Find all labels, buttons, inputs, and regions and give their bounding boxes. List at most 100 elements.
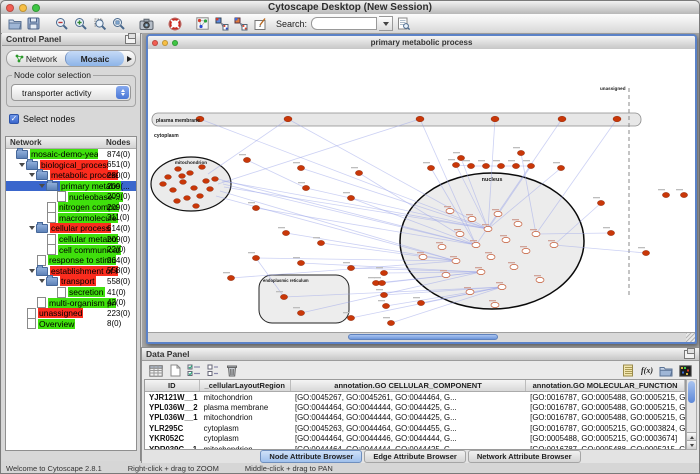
search-dropdown-button[interactable] (379, 16, 393, 31)
attribute-browser-tabs: Node Attribute BrowserEdge Attribute Bro… (142, 450, 699, 463)
zoom-fit-button[interactable] (110, 16, 127, 32)
column-header-annotation-go-molecular-function[interactable]: annotation.GO MOLECULAR_FUNCTION (526, 380, 685, 391)
cell-region: cytoplasm (200, 434, 291, 443)
table-row-ypl036w-1[interactable]: YPL036W__1mitochondrion[GO:0044464, GO:0… (145, 413, 685, 423)
tree-item-biological-process[interactable]: biological_process651(0) (6, 160, 136, 171)
network-style-button-1[interactable] (213, 16, 230, 32)
scroll-down-button[interactable] (687, 440, 696, 449)
folder-icon (46, 277, 58, 286)
snapshot-button[interactable] (138, 16, 155, 32)
tree-item-cell-communicat[interactable]: cell communicat22(0) (6, 244, 136, 255)
open-session-button[interactable] (6, 16, 23, 32)
tree-item-nucleobase[interactable]: nucleobase-...209(0) (6, 191, 136, 202)
window-title-bar[interactable]: Cytoscape Desktop (New Session) (1, 1, 699, 15)
tree-expand-icon[interactable] (38, 184, 46, 188)
zoom-in-button[interactable] (72, 16, 89, 32)
zoom-selected-button[interactable] (91, 16, 108, 32)
tree-item-transport[interactable]: transport558(0) (6, 276, 136, 287)
tree-item-mosaic-demo-yeast[interactable]: mosaic-demo-yeast874(0) (6, 149, 136, 160)
tab-network[interactable]: Network (7, 51, 65, 66)
select-attributes-button[interactable] (186, 363, 202, 378)
network-tree-rows: mosaic-demo-yeast874(0)biological_proces… (6, 149, 136, 329)
data-panel-header: Data Panel (142, 348, 699, 361)
table-row-ypl036w-2[interactable]: YPL036W__2plasma membrane[GO:0044464, GO… (145, 402, 685, 412)
attribute-table-body: YJR121W__1mitochondrion[GO:0045267, GO:0… (145, 392, 685, 450)
tree-item-count: 558(0) (107, 277, 130, 286)
network-tree-header: Network Nodes (6, 137, 136, 149)
tab-overflow-button[interactable] (124, 56, 135, 62)
matrix-button[interactable] (677, 363, 693, 378)
tree-item-nitrogen-compo[interactable]: nitrogen compo209(0) (6, 202, 136, 213)
open-attribute-file-button[interactable] (658, 363, 674, 378)
tree-expand-icon[interactable] (28, 226, 36, 230)
colored-nodes-button[interactable] (194, 16, 211, 32)
import-attributes-button[interactable] (620, 363, 636, 378)
tree-item-cellular-process[interactable]: cellular process614(0) (6, 223, 136, 234)
tree-item-label: cellular process (50, 223, 111, 233)
table-row-yjr121w-1[interactable]: YJR121W__1mitochondrion[GO:0045267, GO:0… (145, 392, 685, 402)
tree-column-nodes[interactable]: Nodes (106, 138, 130, 147)
tree-expand-icon[interactable] (28, 173, 36, 177)
tree-item-count: 209(... (107, 182, 130, 191)
delete-attribute-button[interactable] (224, 363, 240, 378)
combobox-stepper-icon (116, 86, 129, 99)
vertical-scrollbar-thumb[interactable] (688, 381, 695, 403)
column-header-annotation-go-cellular-component[interactable]: annotation.GO CELLULAR_COMPONENT (291, 380, 526, 391)
formula-button[interactable]: f(x) (639, 363, 655, 378)
save-icon (27, 17, 40, 30)
new-attribute-button[interactable] (167, 363, 183, 378)
table-row-ykr052c[interactable]: YKR052Ccytoplasm[GO:0044464, GO:0044446,… (145, 434, 685, 444)
tab-edge-attribute-browser[interactable]: Edge Attribute Browser (364, 450, 465, 463)
vertical-scrollbar[interactable] (686, 379, 697, 450)
advanced-search-button[interactable] (395, 16, 412, 32)
zoom-out-button[interactable] (53, 16, 70, 32)
float-data-panel-icon[interactable] (684, 350, 695, 359)
tree-item-multi-organism-pro[interactable]: multi-organism pro42(0) (6, 297, 136, 308)
resize-grip[interactable] (686, 333, 695, 342)
table-row-ylr295c[interactable]: YLR295Ccytoplasm[GO:0045263, GO:0044464,… (145, 423, 685, 433)
network-window-title-bar[interactable]: primary metabolic process (148, 36, 695, 50)
tree-item-count: 264(0) (107, 256, 130, 265)
edit-box-button[interactable] (251, 16, 268, 32)
tree-item-cellular-metabo[interactable]: cellular metabo209(0) (6, 234, 136, 245)
tree-expand-icon[interactable] (18, 163, 26, 167)
unselect-attributes-button[interactable] (205, 363, 221, 378)
cell-region: plasma membrane (200, 403, 291, 412)
horizontal-scrollbar-thumb[interactable] (348, 334, 498, 340)
save-session-button[interactable] (25, 16, 42, 32)
svg-text:cytoplasm: cytoplasm (154, 133, 179, 139)
tree-item-primary-metabo[interactable]: primary metabo209(... (6, 181, 136, 192)
tree-item-establishment-of-lo[interactable]: establishment of lo558(0) (6, 266, 136, 277)
node-color-combobox[interactable]: transporter activity (11, 84, 131, 101)
tree-item-metabolic-process[interactable]: metabolic process280(0) (6, 170, 136, 181)
application-window: Cytoscape Desktop (New Session) Search: … (0, 0, 700, 474)
tree-column-network[interactable]: Network (10, 138, 42, 147)
network-graph[interactable]: plasma membranecytoplasmmitochondrionnuc… (148, 49, 695, 333)
column-header-id[interactable]: ID (145, 380, 200, 391)
plasma-membrane-region[interactable] (152, 113, 641, 126)
tree-expand-icon[interactable] (28, 269, 36, 273)
cell-region: mitochondrion (200, 393, 291, 402)
attribute-table-button[interactable] (148, 363, 164, 378)
tree-item-count: 558(0) (107, 266, 130, 275)
help-button[interactable] (166, 16, 183, 32)
search-label: Search: (276, 19, 307, 29)
tab-network-attribute-browser[interactable]: Network Attribute Browser (468, 450, 581, 463)
float-panel-icon[interactable] (125, 35, 136, 44)
search-input[interactable] (311, 17, 377, 30)
tree-item-response-to-stimulu[interactable]: response to stimulu264(0) (6, 255, 136, 266)
zoom-fit-icon (112, 17, 126, 31)
tree-item-secretion[interactable]: secretion41(0) (6, 287, 136, 298)
network-canvas[interactable]: plasma membranecytoplasmmitochondrionnuc… (148, 49, 695, 333)
tree-item-macromolecule[interactable]: macromolecule311(0) (6, 213, 136, 224)
select-nodes-checkbox[interactable] (9, 114, 19, 124)
column-header-cellularlayoutregion[interactable]: _cellularLayoutRegion (200, 380, 291, 391)
tree-item-unassigned[interactable]: unassigned223(0) (6, 308, 136, 319)
tab-mosaic[interactable]: Mosaic (65, 51, 124, 66)
horizontal-scrollbar[interactable] (148, 332, 695, 342)
tree-expand-icon[interactable] (38, 279, 46, 283)
tab-node-attribute-browser[interactable]: Node Attribute Browser (260, 450, 362, 463)
tree-item-overview[interactable]: Overview8(0) (6, 319, 136, 330)
zoom-out-icon (55, 17, 69, 31)
network-style-button-2[interactable] (232, 16, 249, 32)
